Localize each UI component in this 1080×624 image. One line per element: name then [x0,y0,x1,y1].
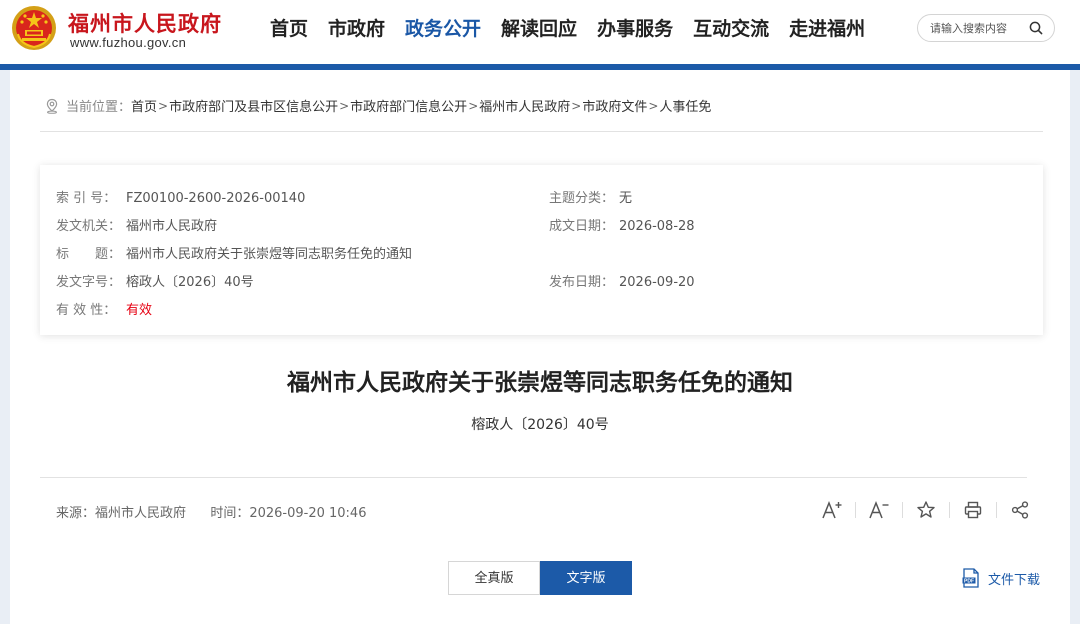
breadcrumb-separator: > [468,98,479,113]
meta-topic: 主题分类： 无 [549,187,632,206]
meta-written-date: 成文日期： 2026-08-28 [549,215,695,234]
nav-item-city-government[interactable]: 市政府 [318,14,395,44]
meta-key: 索 引 号： [56,191,117,206]
national-emblem-icon[interactable] [10,4,58,52]
site-title[interactable]: 福州市人民政府 [68,8,222,38]
meta-value: 福州市人民政府 [126,219,218,234]
breadcrumb-separator: > [648,98,659,113]
source-label: 来源： [56,506,96,521]
breadcrumb-item-appointments[interactable]: 人事任免 [659,96,711,115]
time-label: 时间： [210,506,250,521]
content-divider [40,477,1027,478]
search-input[interactable] [930,19,1026,37]
svg-text:PDF: PDF [964,578,974,584]
breadcrumb-separator: > [339,98,350,113]
validity-status: 有效 [126,303,153,318]
full-version-button[interactable]: 全真版 [448,561,540,595]
breadcrumb-separator: > [158,98,169,113]
font-increase-icon [822,500,842,519]
breadcrumb-item-department-info[interactable]: 市政府部门信息公开 [350,96,467,115]
breadcrumb-separator: > [571,98,582,113]
meta-key: 有 效 性： [56,303,117,318]
breadcrumb: 当前位置： 首页 > 市政府部门及县市区信息公开 > 市政府部门信息公开 > 福… [44,96,711,115]
nav-item-about-fuzhou[interactable]: 走进福州 [779,14,875,44]
breadcrumb-divider [40,131,1043,132]
search-icon[interactable] [1028,20,1044,36]
meta-value: 2026-09-20 [619,275,695,290]
toolbar-separator [996,502,997,518]
meta-value: 无 [619,191,633,206]
breadcrumb-item-departments[interactable]: 市政府部门及县市区信息公开 [169,96,338,115]
meta-key: 发布日期： [549,275,615,290]
nav-item-home[interactable]: 首页 [260,14,318,44]
file-download-link[interactable]: PDF 文件下载 [962,568,1040,588]
content-panel: 当前位置： 首页 > 市政府部门及县市区信息公开 > 市政府部门信息公开 > 福… [10,70,1070,624]
text-version-button[interactable]: 文字版 [540,561,632,595]
breadcrumb-item-home[interactable]: 首页 [131,96,157,115]
pdf-icon: PDF [962,568,979,588]
meta-key: 发文机关： [56,219,122,234]
meta-value: 榕政人〔2026〕40号 [126,275,254,290]
meta-value: FZ00100-2600-2026-00140 [126,191,306,206]
font-decrease-icon [869,500,889,519]
nav-item-interpretation[interactable]: 解读回应 [491,14,587,44]
nav-item-government-affairs[interactable]: 政务公开 [395,14,491,44]
meta-key: 主题分类： [549,191,615,206]
main-nav: 首页 市政府 政务公开 解读回应 办事服务 互动交流 走进福州 [260,14,875,44]
meta-published-date: 发布日期： 2026-09-20 [549,271,695,290]
site-header: 福州市人民政府 www.fuzhou.gov.cn 首页 市政府 政务公开 解读… [0,0,1080,64]
document-number: 榕政人〔2026〕40号 [471,417,609,433]
print-button[interactable] [961,498,985,522]
document-meta-card: 索 引 号： FZ00100-2600-2026-00140 主题分类： 无 发文机… [40,165,1043,335]
source-value: 福州市人民政府 [95,506,187,521]
toolbar-separator [949,502,950,518]
meta-title: 标 题： 福州市人民政府关于张崇煜等同志职务任免的通知 [56,243,412,262]
document-title: 福州市人民政府关于张崇煜等同志职务任免的通知 [287,370,793,396]
breadcrumb-item-documents[interactable]: 市政府文件 [582,96,647,115]
nav-item-services[interactable]: 办事服务 [587,14,683,44]
file-download-label[interactable]: 文件下载 [988,569,1040,588]
breadcrumb-label: 当前位置： [66,100,132,115]
meta-document-number: 发文字号： 榕政人〔2026〕40号 [56,271,254,290]
meta-validity: 有 效 性： 有效 [56,299,152,318]
font-increase-button[interactable] [820,498,844,522]
favorite-button[interactable] [914,498,938,522]
breadcrumb-item-government[interactable]: 福州市人民政府 [479,96,570,115]
search-box [917,14,1055,42]
share-button[interactable] [1008,498,1032,522]
meta-key: 发文字号： [56,275,122,290]
meta-index: 索 引 号： FZ00100-2600-2026-00140 [56,187,305,206]
meta-issuer: 发文机关： 福州市人民政府 [56,215,217,234]
font-decrease-button[interactable] [867,498,891,522]
time-value: 2026-09-20 10:46 [249,506,367,521]
meta-value: 福州市人民政府关于张崇煜等同志职务任免的通知 [126,247,413,262]
location-pin-icon [46,98,58,114]
meta-key: 标 题： [56,247,122,262]
site-url: www.fuzhou.gov.cn [70,35,187,50]
view-mode-toggle: 全真版 文字版 [448,561,632,595]
star-icon [917,501,935,518]
meta-value: 2026-08-28 [619,219,695,234]
toolbar-separator [855,502,856,518]
article-toolbar [820,498,1032,522]
share-icon [1011,501,1029,519]
document-source-line: 来源：福州市人民政府 时间：2026-09-20 10:46 [56,502,366,521]
print-icon [964,501,982,519]
meta-key: 成文日期： [549,219,615,234]
toolbar-separator [902,502,903,518]
nav-item-interaction[interactable]: 互动交流 [683,14,779,44]
